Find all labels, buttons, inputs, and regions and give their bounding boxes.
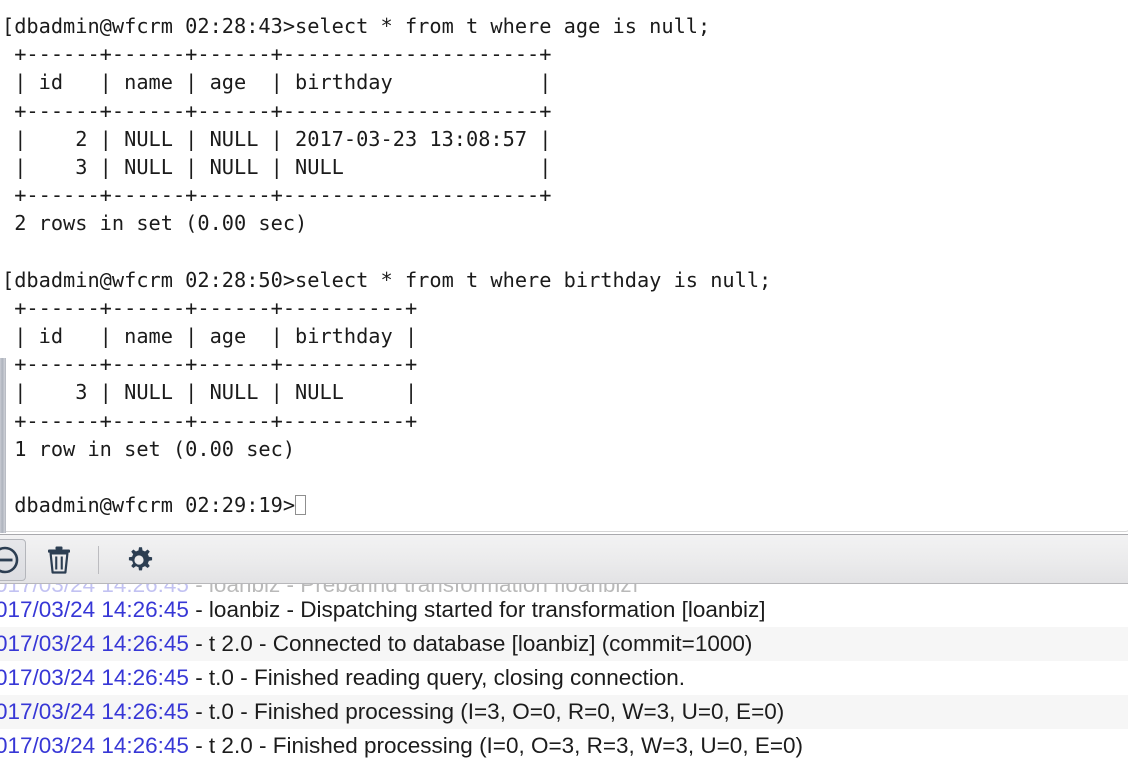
terminal-line: +------+------+------+------------------… xyxy=(2,42,552,67)
terminal-cursor xyxy=(295,495,307,516)
log-message: - t 2.0 - Finished processing (I=0, O=3,… xyxy=(188,733,803,758)
log-entry[interactable]: 017/03/24 14:26:45 - t.0 - Finished read… xyxy=(0,661,1128,695)
log-message: - loanbiz - Preparing transformation [lo… xyxy=(189,584,638,592)
log-timestamp: 017/03/24 14:26:45 xyxy=(0,665,189,690)
terminal-line: 1 row in set (0.00 sec) xyxy=(2,436,296,461)
terminal-line: +------+------+------+----------+ xyxy=(2,295,418,320)
log-timestamp: 017/03/24 14:26:45 xyxy=(0,597,189,622)
terminal-line: [dbadmin@wfcrm 02:28:43>select * from t … xyxy=(2,14,711,38)
log-message: - t 2.0 - Connected to database [loanbiz… xyxy=(188,631,753,656)
log-clipped-line: 017/03/24 14:26:45 - loanbiz - Preparing… xyxy=(0,584,1128,592)
log-timestamp: 017/03/24 14:26:45 xyxy=(0,631,189,656)
terminal-line: dbadmin@wfcrm 02:29:19> xyxy=(2,491,1122,519)
log-message: - t.0 - Finished processing (I=3, O=0, R… xyxy=(188,699,785,724)
log-entry[interactable]: 017/03/24 14:26:45 - t 2.0 - Finished pr… xyxy=(0,729,1128,762)
gear-icon xyxy=(128,547,153,571)
terminal-line: | id | name | age | birthday | xyxy=(2,324,418,349)
terminal-line: | id | name | age | birthday | xyxy=(2,70,552,95)
terminal-line: +------+------+------+------------------… xyxy=(2,183,552,208)
log-entry-list[interactable]: 017/03/24 14:26:45 - loanbiz - Dispatchi… xyxy=(0,593,1128,762)
terminal-output[interactable]: [dbadmin@wfcrm 02:28:43>select * from t … xyxy=(2,12,1122,519)
terminal-line: | 2 | NULL | NULL | 2017-03-23 13:08:57 … xyxy=(2,126,552,151)
terminal-pane[interactable]: [dbadmin@wfcrm 02:28:43>select * from t … xyxy=(0,0,1128,534)
terminal-line: [dbadmin@wfcrm 02:28:50>select * from t … xyxy=(2,267,772,292)
log-entry[interactable]: 017/03/24 14:26:45 - t 2.0 - Connected t… xyxy=(0,627,1128,661)
log-message: - loanbiz - Dispatching started for tran… xyxy=(188,597,766,622)
trash-icon xyxy=(48,546,70,574)
terminal-line: 2 rows in set (0.00 sec) xyxy=(2,211,308,236)
stop-button[interactable] xyxy=(0,539,26,581)
circle-minus-icon xyxy=(0,546,19,574)
terminal-line: | 3 | NULL | NULL | NULL | xyxy=(2,380,418,405)
log-entry[interactable]: 017/03/24 14:26:45 - t.0 - Finished proc… xyxy=(0,695,1128,729)
log-message: - t.0 - Finished reading query, closing … xyxy=(188,665,686,690)
terminal-line: +------+------+------+----------+ xyxy=(2,408,418,433)
log-timestamp: 017/03/24 14:26:45 xyxy=(0,733,189,758)
application-window: [dbadmin@wfcrm 02:28:43>select * from t … xyxy=(0,0,1128,762)
log-timestamp: 017/03/24 14:26:45 xyxy=(0,699,189,724)
toolbar-divider xyxy=(98,546,99,574)
log-toolbar xyxy=(0,534,1128,584)
log-entry-clipped[interactable]: 017/03/24 14:26:45 - loanbiz - Preparing… xyxy=(0,584,1128,592)
terminal-line: +------+------+------+----------+ xyxy=(2,352,418,377)
log-timestamp: 017/03/24 14:26:45 xyxy=(0,584,189,592)
settings-button[interactable] xyxy=(118,539,160,581)
delete-button[interactable] xyxy=(38,539,80,581)
terminal-line: +------+------+------+------------------… xyxy=(2,98,552,123)
terminal-line: | 3 | NULL | NULL | NULL | xyxy=(2,154,552,179)
terminal-scrollbar[interactable] xyxy=(0,358,6,533)
log-pane[interactable]: 017/03/24 14:26:45 - loanbiz - Preparing… xyxy=(0,584,1128,762)
log-entry[interactable]: 017/03/24 14:26:45 - loanbiz - Dispatchi… xyxy=(0,593,1128,627)
